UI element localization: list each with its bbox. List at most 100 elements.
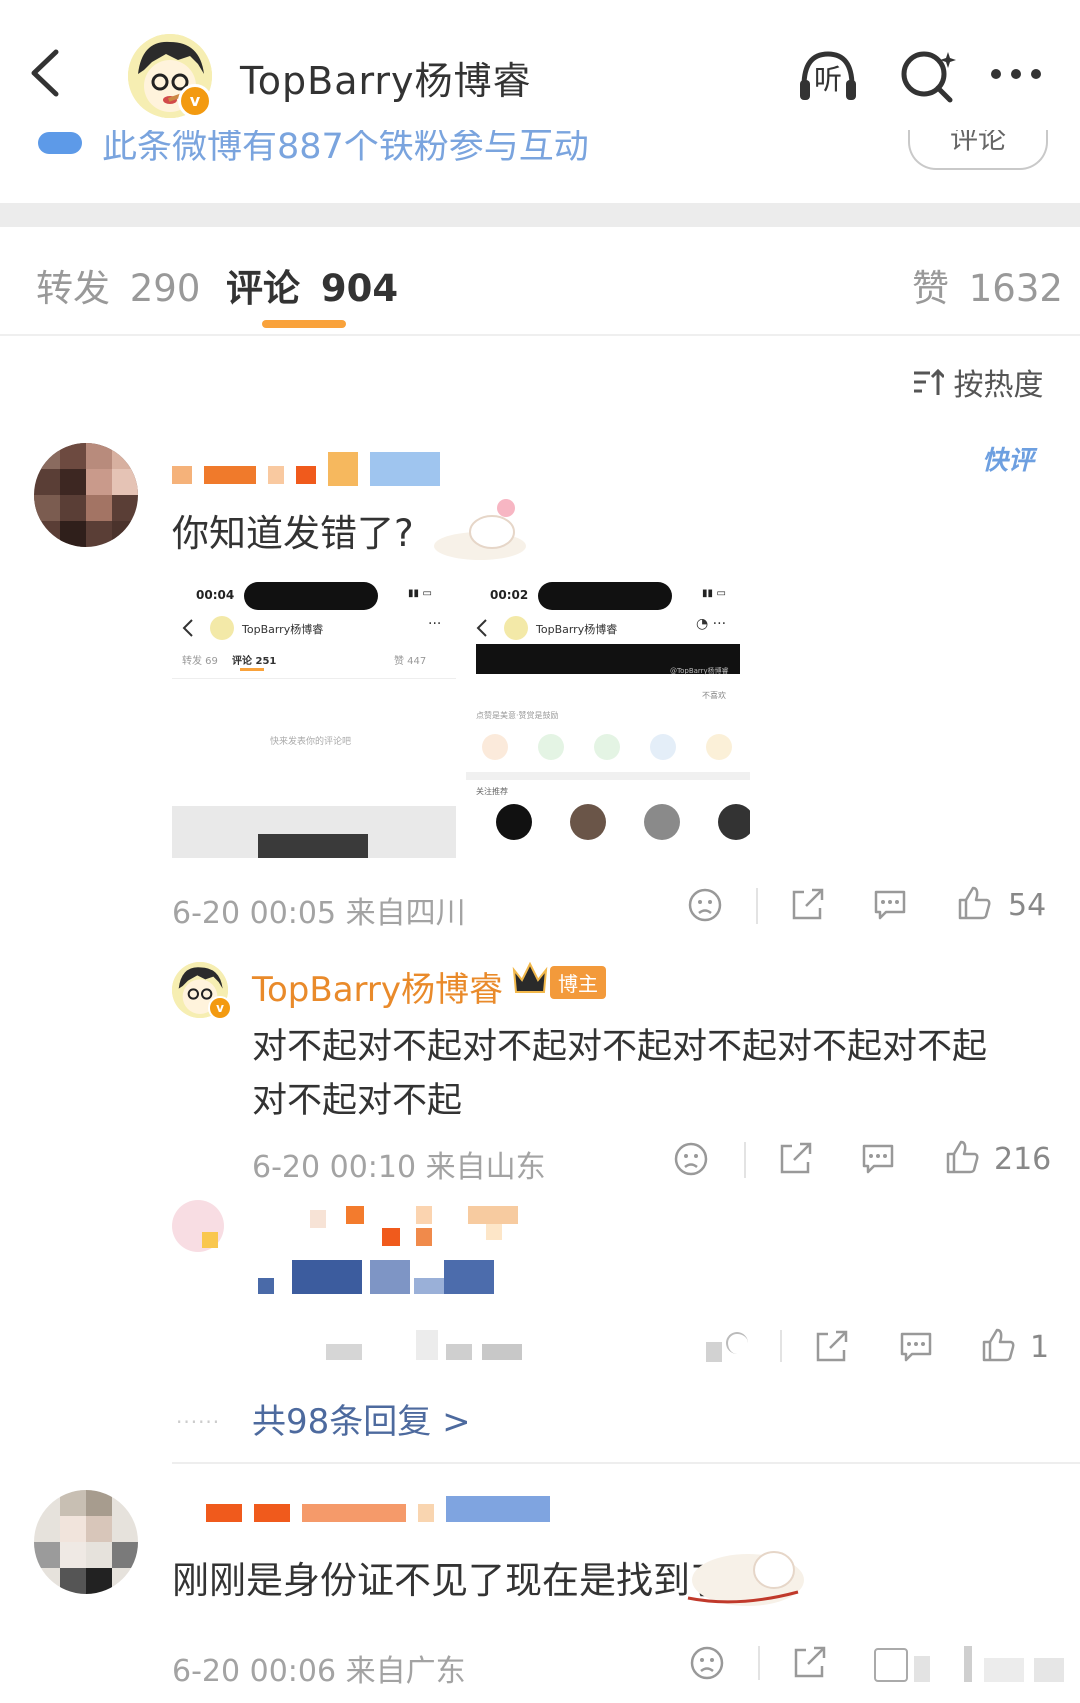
reply-icon[interactable] [860,1142,896,1176]
dislike-icon[interactable] [674,1142,708,1176]
sort-icon [914,368,946,395]
reply-text-line1: 对不起对不起对不起对不起对不起对不起对不起 [252,1027,988,1067]
blurred-dislike-icon[interactable] [706,1332,748,1362]
listen-label: 听 [814,63,843,96]
screenshot-image-right[interactable]: 00:02 ▮▮ ▭ TopBarry杨博睿 ◔ ··· @TopBarry杨博… [466,580,750,858]
blurred-avatar-icon [34,1490,138,1594]
shot-left-island [244,582,378,610]
shot-left-empty: 快来发表你的评论吧 [270,737,352,747]
tab-comments-count: 904 [320,267,399,310]
back-icon[interactable] [28,48,64,98]
tab-likes-count: 1632 [968,267,1063,310]
section-divider [0,203,1080,227]
screenshot-image-left[interactable]: 00:04 ▮▮ ▭ TopBarry杨博睿 ··· 转发 69 评论 251 … [172,580,456,858]
shot-right-watermark: @TopBarry杨博睿 [670,667,729,675]
crown-icon [512,961,548,993]
listen-icon[interactable]: 听 [796,48,860,104]
share-icon[interactable] [778,1142,814,1176]
dislike-icon[interactable] [688,888,722,922]
shot-right-back-icon [476,619,487,637]
shot-right-recommend: 关注推荐 [476,787,508,796]
action-divider [744,1142,746,1178]
sticker-icon [434,499,526,560]
shot-left-status: ▮▮ ▭ [408,588,432,599]
search-icon[interactable] [898,48,962,104]
shot-right-status: ▮▮ ▭ [702,588,726,599]
shot-right-rec-avatar-2 [570,804,606,840]
blurred-username [206,1496,562,1522]
more-replies-link[interactable]: 共98条回复 > [252,1394,471,1443]
comment-avatar[interactable] [34,443,138,547]
sort-label: 按热度 [953,368,1044,403]
page-title: TopBarry杨博睿 [240,59,532,103]
action-divider [758,1646,760,1680]
comment-meta: 6-20 00:06 来自广东 [172,1654,466,1689]
shot-right-icons: ◔ ··· [696,616,727,632]
more-icon[interactable] [988,48,1052,104]
shot-left-more-icon: ··· [428,616,442,632]
share-icon[interactable] [790,888,826,922]
verified-icon: v [208,996,232,1020]
like-count: 54 [1008,888,1047,923]
shot-right-rec-avatar-1 [496,804,532,840]
dislike-icon[interactable] [690,1646,724,1680]
shot-right-account: TopBarry杨博睿 [536,623,618,636]
blurred-reply-name [300,1206,540,1246]
sort-button[interactable]: 按热度 [912,360,1044,404]
quick-comment-badge: 快评 [982,446,1035,476]
tab-comments-label: 评论 [226,267,300,310]
like-icon[interactable] [944,1138,980,1176]
tab-repost-count: 290 [129,267,201,310]
shot-right-share-icons [482,734,732,764]
shot-left-indicator [240,668,264,671]
tab-likes[interactable]: 赞 1632 [912,258,1063,312]
reply-icon[interactable] [872,888,908,922]
shot-left-time: 00:04 [196,588,235,602]
blurred-avatar-icon [34,443,138,547]
shot-left-divider [172,678,456,679]
reply-author-name[interactable]: TopBarry杨博睿 [252,962,503,1011]
share-icon[interactable] [792,1646,828,1680]
blurred-actions [874,1646,1074,1686]
tab-comments[interactable]: 评论 904 [226,258,398,312]
reply-icon[interactable] [898,1330,934,1364]
shot-left-comments: 评论 251 [232,656,277,667]
share-icon[interactable] [814,1330,850,1364]
blurred-reply-avatar[interactable] [172,1200,224,1252]
like-icon[interactable] [956,884,992,922]
top-bar: v TopBarry杨博睿 听 [0,0,1080,130]
action-divider [780,1330,782,1362]
shot-right-island [538,582,672,610]
active-tab-indicator [262,320,346,328]
shot-right-time: 00:02 [490,588,529,602]
comment-text: 你知道发错了? [172,512,414,555]
like-count: 1 [1030,1330,1050,1365]
shot-right-hint: 点赞是美意·赞赏是鼓励 [476,711,559,720]
action-divider [756,888,758,924]
blur-block [202,1232,218,1248]
blurred-reply-text [258,1260,498,1294]
tabs-divider [0,334,1080,336]
like-count: 216 [994,1142,1052,1177]
tab-repost[interactable]: 转发 290 [36,258,200,312]
comment-divider [172,1462,1080,1464]
tab-likes-label: 赞 [912,267,949,310]
blurred-reply-meta [326,1330,536,1360]
shot-right-dislike: 不喜欢 [702,691,726,700]
author-role-badge: 博主 [550,966,606,999]
shot-left-likes: 赞 447 [394,656,427,667]
comment-text: 刚刚是身份证不见了现在是找到了 [172,1559,727,1602]
shot-left-avatar [210,616,234,640]
like-icon[interactable] [980,1326,1016,1364]
blurred-username [172,452,452,486]
fans-banner: 此条微博有887个铁粉参与互动 评论 [0,118,1080,203]
verified-icon: v [178,84,212,118]
comment-meta: 6-20 00:05 来自四川 [172,896,466,931]
shot-right-avatar [504,616,528,640]
comment-avatar[interactable] [34,1490,138,1594]
shot-right-rec-avatar-4 [718,804,750,840]
shot-right-rec-avatar-3 [644,804,680,840]
shot-left-card [258,834,368,858]
shot-left-account: TopBarry杨博睿 [242,623,324,636]
shot-right-divider [466,772,750,780]
